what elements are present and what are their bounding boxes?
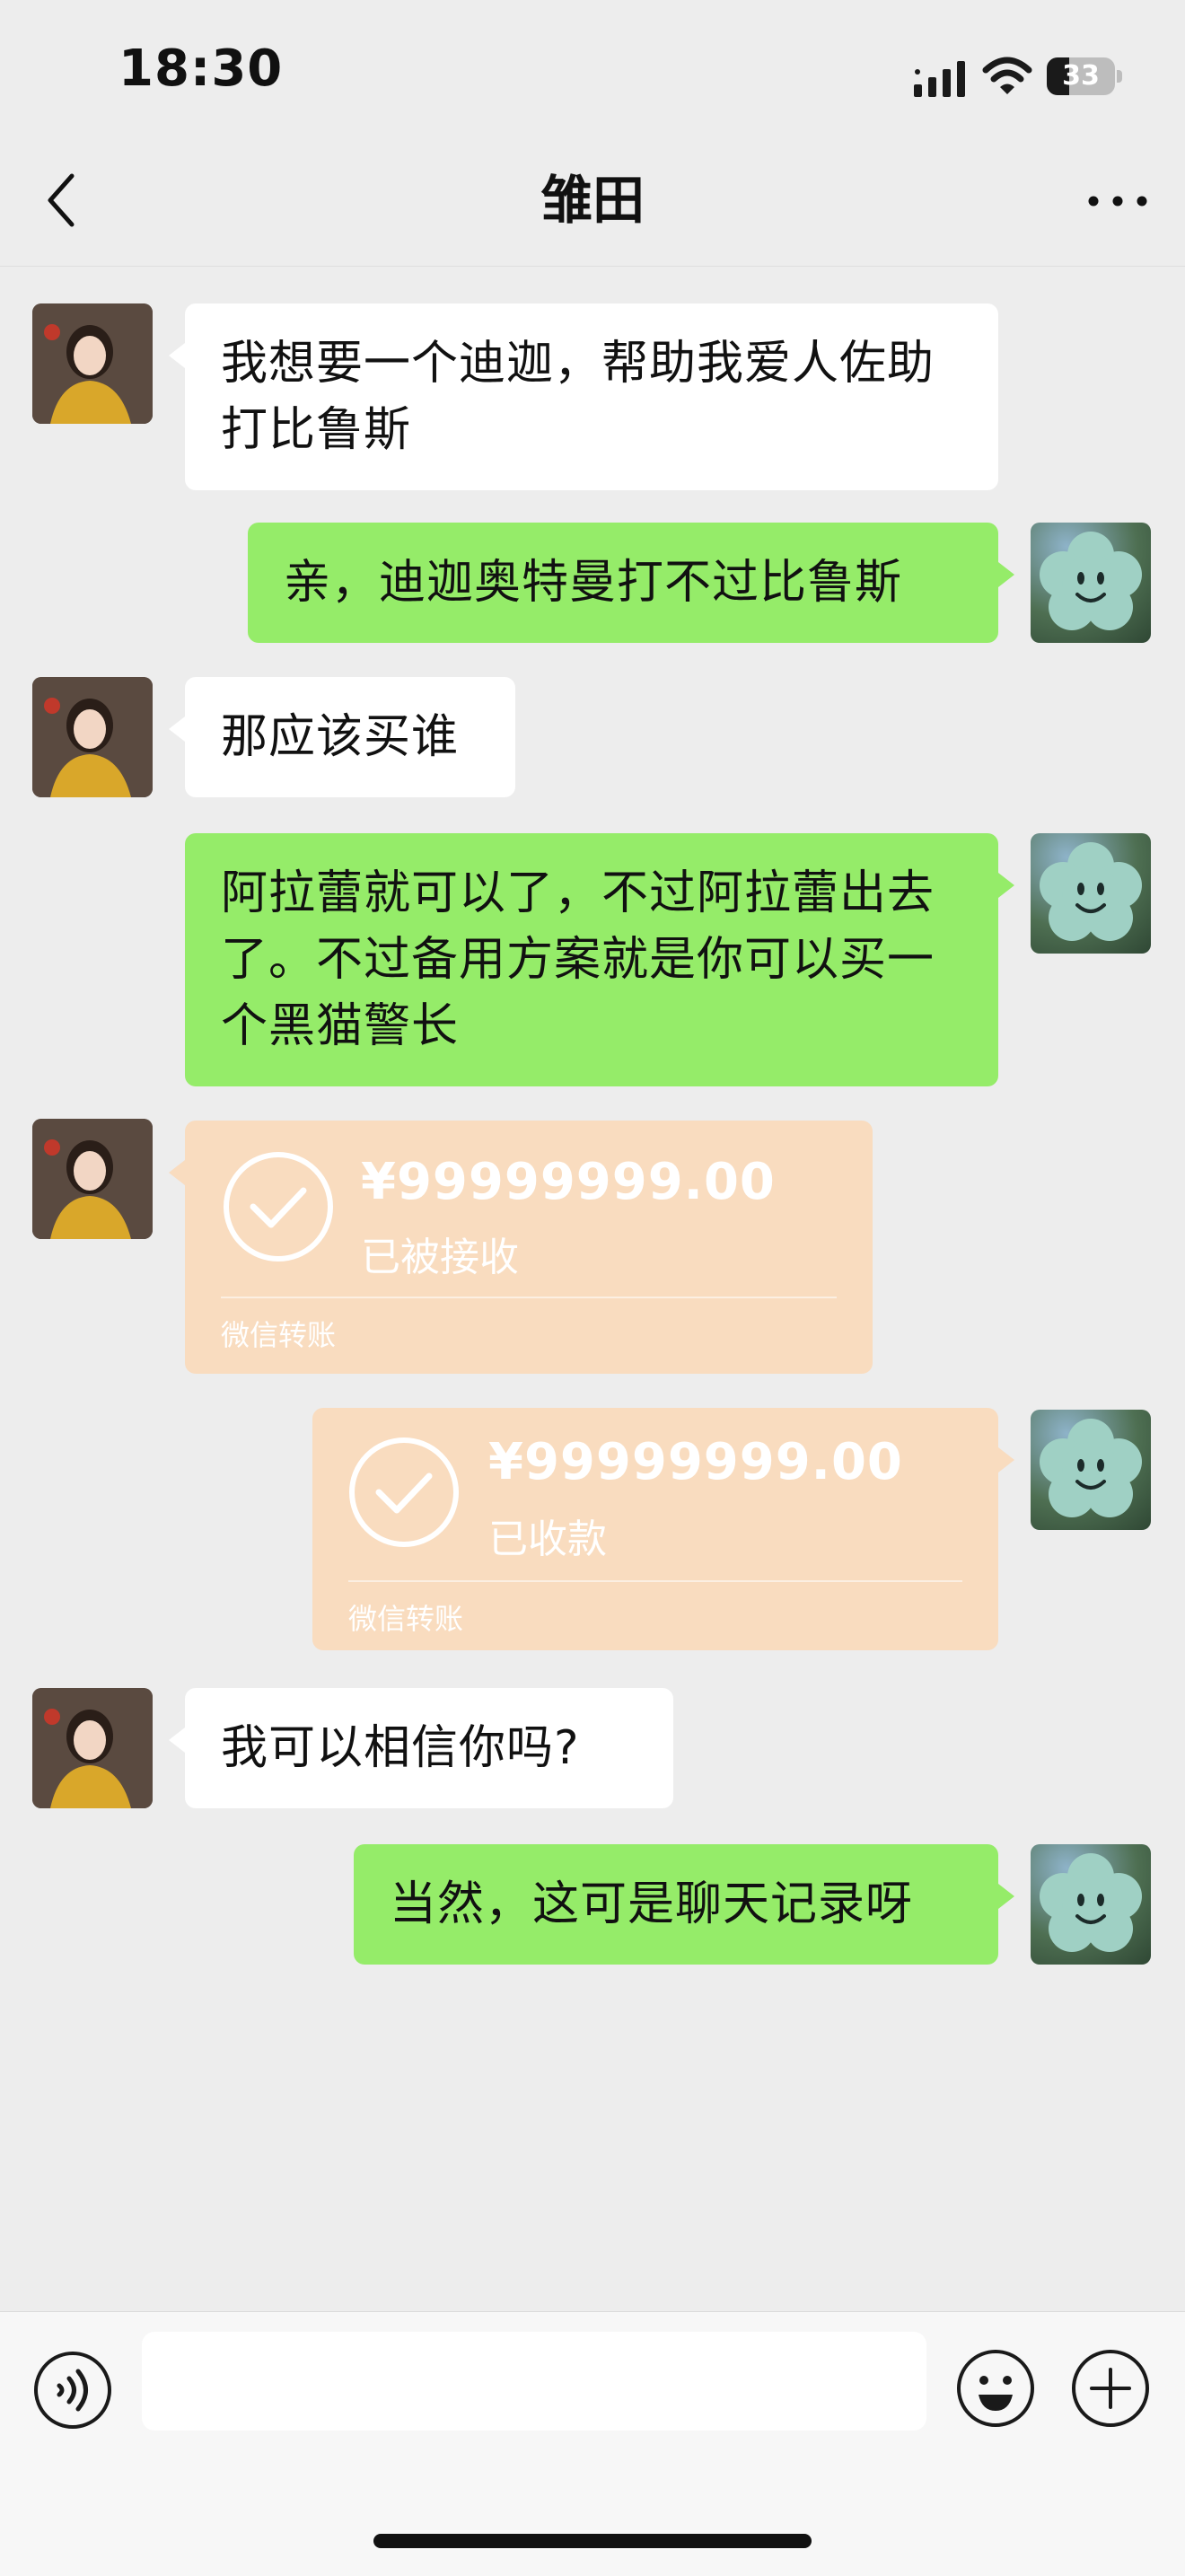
self-avatar[interactable]: [1031, 1410, 1151, 1530]
status-bar: 18:30 33: [0, 0, 1185, 135]
contact-avatar[interactable]: [32, 1688, 153, 1808]
smiley-flower-icon: [1040, 842, 1142, 941]
chevron-left-icon[interactable]: [40, 167, 84, 233]
message-text: 我可以相信你吗?: [221, 1721, 580, 1775]
contact-avatar[interactable]: [32, 303, 153, 424]
emoji-icon[interactable]: [955, 2348, 1036, 2429]
transfer-card-incoming[interactable]: ¥99999999.00 已被接收 微信转账: [169, 1121, 873, 1374]
person-portrait-icon: [32, 677, 153, 797]
cellular-signal-icon: [914, 61, 965, 97]
message-bubble-incoming[interactable]: 我想要一个迪迦，帮助我爱人佐助打比鲁斯: [169, 303, 998, 490]
self-avatar[interactable]: [1031, 833, 1151, 954]
battery-icon: 33: [1047, 57, 1122, 95]
person-portrait-icon: [32, 1119, 153, 1239]
transfer-divider: [221, 1297, 837, 1298]
transfer-label: 微信转账: [221, 1318, 337, 1352]
message-input[interactable]: [142, 2332, 926, 2431]
transfer-amount: ¥99999999.00: [361, 1153, 776, 1211]
message-text: 我想要一个迪迦，帮助我爱人佐助打比鲁斯: [221, 337, 935, 457]
status-time: 18:30: [118, 40, 284, 98]
wifi-icon: [982, 57, 1032, 94]
transfer-status: 已被接收: [361, 1235, 519, 1280]
ellipsis-icon[interactable]: [1077, 174, 1158, 228]
home-indicator[interactable]: [373, 2534, 812, 2548]
message-bubble-outgoing[interactable]: 当然，这可是聊天记录呀: [354, 1844, 1014, 1965]
message-text: 那应该买谁: [221, 710, 460, 764]
chat-header: 雏田: [0, 135, 1185, 267]
message-bubble-outgoing[interactable]: 亲，迪迦奥特曼打不过比鲁斯: [248, 523, 1014, 643]
person-portrait-icon: [32, 1688, 153, 1808]
message-bubble-outgoing[interactable]: 阿拉蕾就可以了，不过阿拉蕾出去了。不过备用方案就是你可以买一个黑猫警长: [185, 833, 1014, 1086]
transfer-card-outgoing[interactable]: ¥99999999.00 已收款 微信转账: [312, 1408, 1014, 1650]
message-bubble-incoming[interactable]: 我可以相信你吗?: [169, 1688, 673, 1808]
message-text: 亲，迪迦奥特曼打不过比鲁斯: [284, 556, 903, 610]
check-circle-icon: [349, 1437, 459, 1547]
transfer-amount: ¥99999999.00: [488, 1433, 903, 1491]
message-bubble-incoming[interactable]: 那应该买谁: [169, 677, 515, 797]
check-circle-icon: [224, 1152, 333, 1262]
message-text: 阿拉蕾就可以了，不过阿拉蕾出去了。不过备用方案就是你可以买一个黑猫警长: [221, 866, 935, 1053]
smiley-flower-icon: [1040, 1419, 1142, 1517]
smiley-flower-icon: [1040, 1853, 1142, 1952]
smiley-flower-icon: [1040, 532, 1142, 630]
transfer-label: 微信转账: [348, 1602, 464, 1636]
transfer-divider: [348, 1580, 962, 1582]
transfer-status: 已收款: [488, 1517, 607, 1562]
person-portrait-icon: [32, 303, 153, 424]
message-text: 当然，这可是聊天记录呀: [390, 1877, 914, 1931]
contact-avatar[interactable]: [32, 677, 153, 797]
plus-icon[interactable]: [1070, 2348, 1151, 2429]
self-avatar[interactable]: [1031, 1844, 1151, 1965]
chat-title: 雏田: [540, 170, 645, 231]
self-avatar[interactable]: [1031, 523, 1151, 643]
contact-avatar[interactable]: [32, 1119, 153, 1239]
voice-icon[interactable]: [32, 2350, 113, 2431]
battery-percentage: 33: [1062, 60, 1100, 92]
